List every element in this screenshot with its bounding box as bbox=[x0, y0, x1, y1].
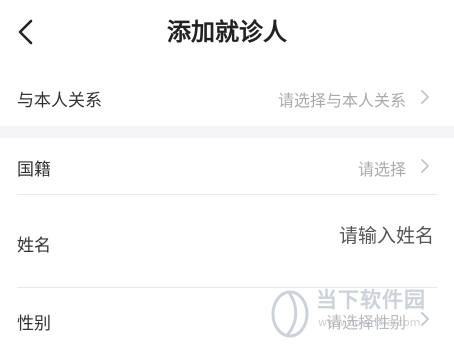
name-input[interactable] bbox=[194, 225, 434, 247]
gender-label: 性别 bbox=[17, 314, 51, 334]
section-divider bbox=[0, 126, 454, 138]
chevron-right-icon bbox=[418, 88, 432, 106]
gender-select-row[interactable]: 性别 请选择性别 bbox=[0, 288, 454, 348]
name-label: 姓名 bbox=[17, 236, 51, 256]
add-patient-screen: 添加就诊人 与本人关系 请选择与本人关系 国籍 请选择 姓名 性别 请选择性别 bbox=[0, 0, 454, 348]
name-row: 姓名 bbox=[0, 195, 454, 287]
relation-placeholder: 请选择与本人关系 bbox=[277, 91, 406, 110]
gender-placeholder: 请选择性别 bbox=[325, 313, 406, 332]
relation-label: 与本人关系 bbox=[17, 91, 102, 111]
chevron-right-icon bbox=[418, 157, 432, 175]
nationality-placeholder: 请选择 bbox=[357, 160, 406, 179]
relation-select-row[interactable]: 与本人关系 请选择与本人关系 bbox=[0, 66, 454, 126]
nav-header: 添加就诊人 bbox=[0, 0, 454, 66]
chevron-right-icon bbox=[418, 310, 432, 328]
nationality-label: 国籍 bbox=[17, 160, 51, 180]
nationality-select-row[interactable]: 国籍 请选择 bbox=[0, 138, 454, 194]
page-title: 添加就诊人 bbox=[167, 18, 287, 46]
